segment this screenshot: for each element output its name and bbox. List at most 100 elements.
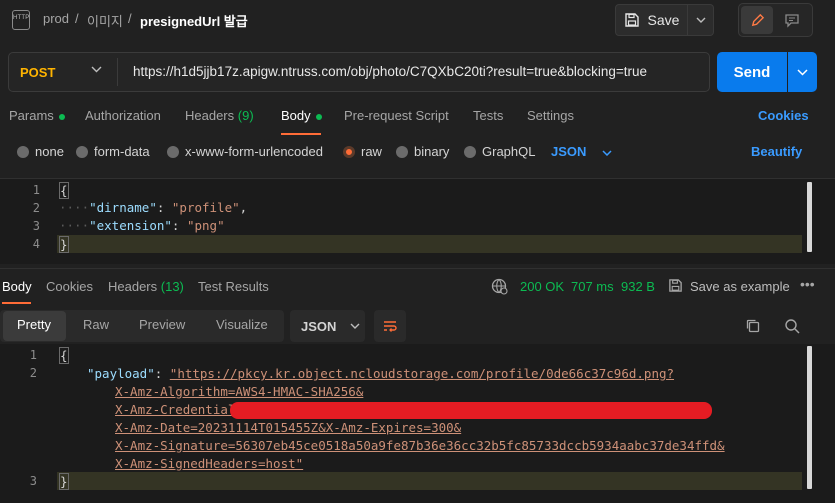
tab-body[interactable]: Body: [281, 108, 322, 123]
response-format-select[interactable]: JSON: [290, 310, 365, 342]
radio-raw[interactable]: raw: [343, 144, 382, 159]
send-button[interactable]: Send: [717, 52, 787, 92]
response-headers-count: (13): [160, 279, 184, 294]
breadcrumb-folder[interactable]: 이미지: [87, 11, 123, 30]
code-brace: }: [59, 236, 69, 253]
tab-params[interactable]: Params: [9, 108, 65, 123]
redaction-mark: [230, 402, 712, 419]
save-dropdown-button[interactable]: [688, 4, 714, 36]
radio-graphql-label: GraphQL: [482, 144, 536, 159]
status-code[interactable]: 200 OK: [520, 279, 564, 294]
radio-graphql[interactable]: GraphQL: [464, 144, 535, 159]
save-icon: [669, 279, 682, 292]
beautify-link[interactable]: Beautify: [751, 144, 802, 159]
payload-url-link[interactable]: X-Amz-Date=20231114T015455Z&X-Amz-Expire…: [115, 420, 461, 435]
radio-form-data-label: form-data: [94, 144, 150, 159]
line-number: 3: [29, 474, 37, 488]
radio-form-data[interactable]: form-data: [76, 144, 150, 159]
line-number: 1: [32, 183, 40, 197]
radio-icon: [76, 145, 88, 158]
radio-icon: [167, 145, 179, 158]
tab-settings[interactable]: Settings: [527, 108, 574, 123]
json-key: "dirname": [89, 200, 157, 215]
radio-selected-icon: [343, 145, 355, 158]
save-as-example-button[interactable]: Save as example: [690, 279, 790, 294]
tab-authorization[interactable]: Authorization: [85, 108, 161, 123]
comments-button[interactable]: [776, 6, 808, 34]
view-raw[interactable]: Raw: [83, 317, 109, 332]
save-icon: [624, 13, 639, 27]
response-format-label: JSON: [301, 318, 337, 334]
chevron-down-icon: [797, 68, 808, 76]
copy-icon[interactable]: [745, 318, 761, 334]
payload-url-link[interactable]: X-Amz-Algorithm=AWS4-HMAC-SHA256&: [115, 384, 363, 399]
send-dropdown-button[interactable]: [788, 52, 817, 92]
response-headers-label: Headers: [108, 279, 158, 294]
radio-none[interactable]: none: [17, 144, 64, 159]
save-label: Save: [647, 12, 680, 28]
payload-url-link[interactable]: X-Amz-SignedHeaders=host": [115, 456, 303, 471]
current-line-highlight: [57, 235, 802, 253]
line-number: 4: [32, 237, 40, 251]
response-time[interactable]: 707 ms: [571, 279, 614, 294]
status-dot: [58, 113, 65, 120]
radio-urlencoded-label: x-www-form-urlencoded: [185, 144, 323, 159]
code-line-extension: ····"extension": "png": [59, 218, 225, 233]
response-tab-test-results[interactable]: Test Results: [198, 279, 269, 294]
radio-raw-label: raw: [361, 144, 382, 159]
response-tab-body[interactable]: Body: [2, 279, 32, 294]
view-visualize[interactable]: Visualize: [216, 317, 268, 332]
tab-body-label: Body: [281, 108, 311, 123]
line-number: 2: [29, 366, 37, 380]
method-select[interactable]: POST: [20, 65, 55, 80]
chevron-down-icon: [602, 150, 612, 157]
tab-headers[interactable]: Headers (9): [185, 108, 254, 123]
radio-icon: [396, 145, 408, 158]
request-name[interactable]: presignedUrl 발급: [140, 11, 248, 30]
chevron-down-icon: [696, 17, 705, 23]
code-brace: {: [59, 347, 69, 364]
view-preview[interactable]: Preview: [139, 317, 185, 332]
headers-count: (9): [237, 108, 254, 123]
line-number: 1: [29, 348, 37, 362]
response-tab-cookies[interactable]: Cookies: [46, 279, 93, 294]
response-tab-headers[interactable]: Headers (13): [108, 279, 184, 294]
pane-divider[interactable]: [0, 268, 835, 269]
comment-icon: [785, 13, 799, 28]
url-input[interactable]: https://h1d5jjb17z.apigw.ntruss.com/obj/…: [133, 64, 647, 79]
tab-tests[interactable]: Tests: [473, 108, 503, 123]
search-icon[interactable]: [784, 318, 800, 334]
tab-pre-request-script[interactable]: Pre-request Script: [344, 108, 449, 123]
edit-mode-button[interactable]: [741, 6, 773, 34]
cookies-link[interactable]: Cookies: [758, 108, 809, 123]
breadcrumb-separator: /: [128, 11, 132, 26]
chevron-down-icon[interactable]: [91, 66, 102, 73]
json-key: "extension": [89, 218, 172, 233]
body-format-select[interactable]: JSON: [551, 144, 612, 159]
radio-none-label: none: [35, 144, 64, 159]
editor-scrollbar[interactable]: [807, 182, 812, 252]
code-line-payload: "payload": "https://pkcy.kr.object.nclou…: [87, 366, 675, 381]
body-format-label: JSON: [551, 144, 587, 159]
tab-headers-label: Headers: [185, 108, 235, 123]
radio-binary-label: binary: [414, 144, 450, 159]
payload-url-link[interactable]: X-Amz-Credential: [115, 402, 235, 417]
breadcrumb-collection[interactable]: prod: [43, 11, 69, 26]
payload-url-link[interactable]: X-Amz-Signature=56307eb45ce0518a50a9fe87…: [115, 438, 725, 453]
active-tab-indicator: [281, 133, 321, 135]
viewer-scrollbar[interactable]: [807, 346, 812, 489]
code-line-dirname: ····"dirname": "profile",: [59, 200, 248, 215]
payload-url-link[interactable]: "https://pkcy.kr.object.ncloudstorage.co…: [170, 366, 674, 381]
wrap-icon: [384, 321, 397, 332]
line-number: 3: [32, 219, 40, 233]
breadcrumb-separator: /: [75, 11, 79, 26]
pencil-icon: [751, 13, 764, 26]
wrap-lines-button[interactable]: [374, 310, 406, 342]
save-button[interactable]: Save: [615, 4, 688, 36]
response-size[interactable]: 932 B: [621, 279, 655, 294]
view-pretty[interactable]: Pretty: [17, 317, 51, 332]
globe-icon[interactable]: [491, 278, 508, 295]
radio-urlencoded[interactable]: x-www-form-urlencoded: [167, 144, 323, 159]
radio-binary[interactable]: binary: [396, 144, 449, 159]
more-options-icon[interactable]: •••: [800, 276, 815, 292]
